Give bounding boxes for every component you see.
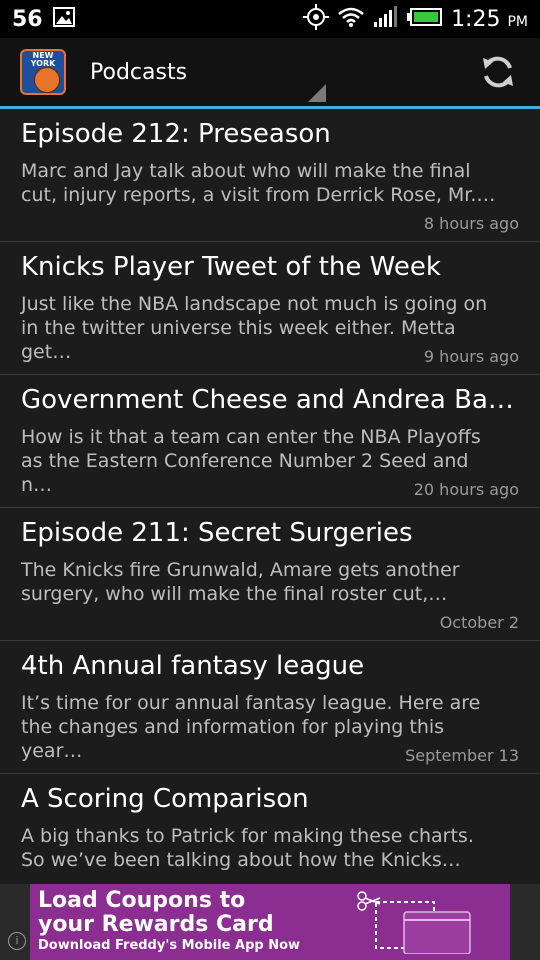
episode-description: A big thanks to Patrick for making these… (21, 825, 474, 871)
coupon-card-icon (357, 891, 471, 954)
list-item[interactable]: 4th Annual fantasy league It’s time for … (0, 641, 540, 774)
episode-description: Marc and Jay talk about who will make th… (21, 160, 496, 206)
episode-title: Knicks Player Tweet of the Week (21, 252, 441, 282)
clock-ampm: PM (507, 13, 528, 30)
episode-time: October 2 (439, 613, 519, 632)
signal-icon (373, 6, 399, 32)
ad-headline-1: Load Coupons to (38, 888, 246, 913)
ad-headline-2: your Rewards Card (38, 912, 274, 937)
episode-time: 9 hours ago (423, 347, 519, 366)
basketball-icon (34, 67, 60, 93)
episode-title: Episode 211: Secret Surgeries (21, 518, 413, 548)
ad-area: i Load Coupons to your Rewards Card Down… (0, 884, 540, 960)
dropdown-indicator-icon[interactable] (308, 84, 326, 102)
list-item[interactable]: Episode 211: Secret Surgeries The Knicks… (0, 508, 540, 641)
battery-icon (407, 7, 443, 31)
app-logo-text: NEW YORK (30, 51, 56, 68)
action-bar: NEW YORK Podcasts (0, 38, 540, 106)
ad-subline: Download Freddy's Mobile App Now (38, 938, 301, 953)
image-icon (52, 7, 75, 31)
episode-time: September 13 (405, 746, 519, 765)
refresh-icon (483, 56, 513, 88)
info-icon[interactable]: i (8, 932, 26, 950)
episode-time: 8 hours ago (423, 214, 519, 233)
ad-banner[interactable]: Load Coupons to your Rewards Card Downlo… (30, 884, 510, 960)
list-item[interactable]: Knicks Player Tweet of the Week Just lik… (0, 242, 540, 375)
refresh-button[interactable] (480, 54, 516, 90)
clock-time: 1:25 (451, 6, 501, 32)
notification-count: 56 (12, 6, 43, 32)
episode-time: 20 hours ago (413, 480, 519, 499)
episode-list: Episode 212: Preseason Marc and Jay talk… (0, 109, 540, 907)
wifi-icon (337, 6, 365, 32)
list-item[interactable]: Government Cheese and Andrea Bargna… How… (0, 375, 540, 508)
clock: 1:25 PM (451, 7, 528, 32)
episode-title: 4th Annual fantasy league (21, 651, 365, 681)
episode-title: Episode 212: Preseason (21, 119, 331, 149)
status-bar: 56 1:25 PM (0, 0, 540, 38)
page-title[interactable]: Podcasts (90, 60, 187, 85)
episode-title: A Scoring Comparison (21, 784, 309, 814)
app-logo[interactable]: NEW YORK (20, 49, 66, 95)
list-item[interactable]: Episode 212: Preseason Marc and Jay talk… (0, 109, 540, 242)
episode-title: Government Cheese and Andrea Bargna… (21, 385, 521, 415)
episode-description: The Knicks fire Grunwald, Amare gets ano… (21, 559, 460, 605)
gps-icon (303, 4, 330, 34)
